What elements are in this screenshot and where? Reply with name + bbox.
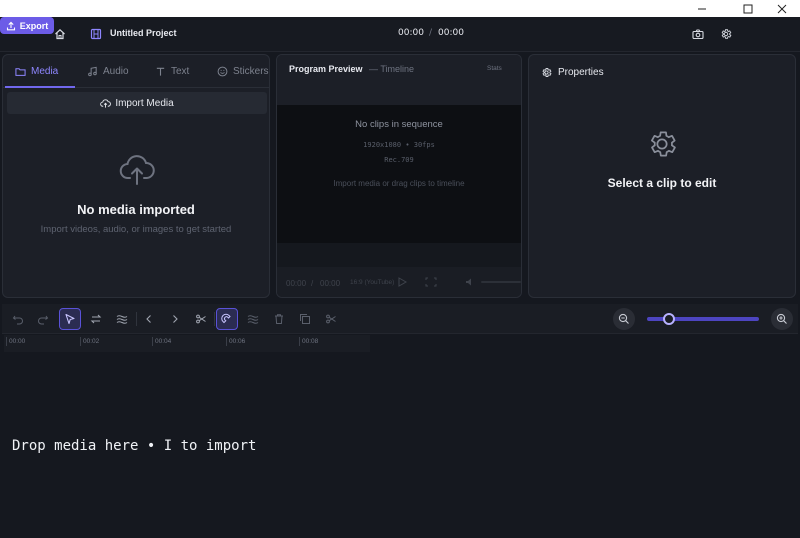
- preview-controls: 00:00 / 00:00 16:9 (YouTube): [277, 243, 521, 297]
- minimize-icon[interactable]: [686, 0, 718, 17]
- preview-subtitle[interactable]: — Timeline: [369, 64, 414, 74]
- import-media-button[interactable]: Import Media: [7, 92, 267, 114]
- preview-time-current: 00:00: [286, 279, 307, 288]
- header-time-current: 00:00: [398, 28, 424, 38]
- project-title[interactable]: Untitled Project: [110, 28, 177, 38]
- timeline-panel: 00:00 00:02 00:04 00:06 00:08 Drop media…: [2, 304, 798, 536]
- tab-audio[interactable]: Audio: [87, 55, 129, 88]
- close-icon[interactable]: [766, 0, 798, 17]
- chevron-left-icon[interactable]: [138, 308, 160, 330]
- time-ruler[interactable]: 00:00 00:02 00:04 00:06 00:08: [4, 335, 370, 352]
- properties-large-gear-icon: [646, 128, 678, 160]
- tab-stickers[interactable]: Stickers: [217, 55, 269, 88]
- tab-media-label: Media: [31, 66, 59, 77]
- swap-icon[interactable]: [85, 308, 107, 330]
- zoom-slider-thumb[interactable]: [663, 313, 676, 325]
- maximize-icon[interactable]: [732, 0, 764, 17]
- import-media-label: Import Media: [115, 97, 174, 109]
- ripple-icon[interactable]: [111, 308, 133, 330]
- empty-media-title: No media imported: [77, 202, 195, 217]
- film-icon: [88, 26, 104, 42]
- cloud-upload-large-icon: [119, 153, 155, 187]
- toolbar-divider: [214, 312, 215, 326]
- properties-empty-text: Select a clip to edit: [607, 176, 717, 190]
- ruler-tick: 00:00: [6, 337, 25, 346]
- camera-icon[interactable]: [690, 26, 706, 42]
- zoom-slider[interactable]: [647, 313, 759, 325]
- tab-audio-label: Audio: [103, 66, 129, 77]
- home-icon[interactable]: [52, 26, 68, 42]
- volume-icon[interactable]: [465, 277, 475, 287]
- folder-icon: [15, 68, 26, 76]
- media-panel: Media Audio Text Stickers Import Media N…: [2, 54, 270, 298]
- header-time-total: 00:00: [438, 28, 464, 38]
- ruler-tick: 00:04: [152, 337, 171, 346]
- toolbar-divider: [136, 312, 137, 326]
- color-space-text: Rec.709: [384, 156, 414, 164]
- cloud-upload-icon: [100, 98, 112, 108]
- volume-slider[interactable]: [481, 281, 521, 283]
- properties-title: Properties: [558, 67, 604, 78]
- upload-icon: [6, 21, 15, 30]
- tab-text-label: Text: [171, 66, 190, 77]
- active-tab-indicator: [5, 86, 75, 88]
- stats-toggle[interactable]: Stats: [487, 65, 502, 72]
- preview-title: Program Preview: [289, 64, 363, 74]
- music-icon: [88, 66, 97, 77]
- media-tabs: Media Audio Text Stickers: [3, 55, 269, 88]
- zoom-out-icon[interactable]: [613, 308, 635, 330]
- preview-viewport: No clips in sequence 1920x1080 • 30fps R…: [277, 105, 521, 243]
- properties-panel: Properties Select a clip to edit: [528, 54, 796, 298]
- zoom-in-icon[interactable]: [771, 308, 793, 330]
- export-button[interactable]: Export: [0, 17, 54, 34]
- header-time-separator: /: [429, 28, 433, 38]
- properties-gear-icon: [541, 67, 552, 78]
- timeline-toolbar: [2, 304, 798, 334]
- timeline-drop-message[interactable]: Drop media here • I to import: [12, 438, 256, 454]
- no-clips-text: No clips in sequence: [355, 119, 443, 130]
- ruler-tick: 00:06: [226, 337, 245, 346]
- tab-stickers-label: Stickers: [233, 66, 269, 77]
- app-header: Untitled Project 00:00 / 00:00 Export: [0, 17, 800, 52]
- preview-panel: Program Preview — Timeline Stats No clip…: [276, 54, 522, 298]
- split-icon[interactable]: [190, 308, 212, 330]
- redo-icon[interactable]: [32, 308, 54, 330]
- preview-header: Program Preview — Timeline Stats: [277, 55, 521, 105]
- scissors-icon[interactable]: [320, 308, 342, 330]
- settings-gear-icon[interactable]: [718, 26, 734, 42]
- undo-icon[interactable]: [7, 308, 29, 330]
- ruler-tick: 00:08: [299, 337, 318, 346]
- delete-icon[interactable]: [268, 308, 290, 330]
- tab-text[interactable]: Text: [155, 55, 189, 88]
- tab-media[interactable]: Media: [15, 55, 58, 88]
- resolution-text: 1920x1080 • 30fps: [363, 141, 435, 149]
- preview-hint: Import media or drag clips to timeline: [333, 179, 465, 188]
- text-icon: [156, 67, 165, 76]
- os-title-bar: [0, 0, 800, 17]
- empty-media-subtitle: Import videos, audio, or images to get s…: [40, 224, 232, 235]
- export-label: Export: [19, 20, 49, 31]
- play-icon[interactable]: [397, 277, 407, 287]
- aspect-ratio-select[interactable]: 16:9 (YouTube): [350, 279, 394, 286]
- magnet-snap-icon[interactable]: [216, 308, 238, 330]
- chevron-right-icon[interactable]: [164, 308, 186, 330]
- preview-scrub-area[interactable]: [277, 243, 521, 267]
- sticker-icon: [217, 66, 228, 77]
- duplicate-icon[interactable]: [294, 308, 316, 330]
- preview-time-separator: /: [311, 279, 314, 288]
- preview-time-total: 00:00: [320, 279, 341, 288]
- fullscreen-icon[interactable]: [425, 277, 437, 287]
- select-tool-icon[interactable]: [59, 308, 81, 330]
- ruler-tick: 00:02: [80, 337, 99, 346]
- audio-wave-icon[interactable]: [242, 308, 264, 330]
